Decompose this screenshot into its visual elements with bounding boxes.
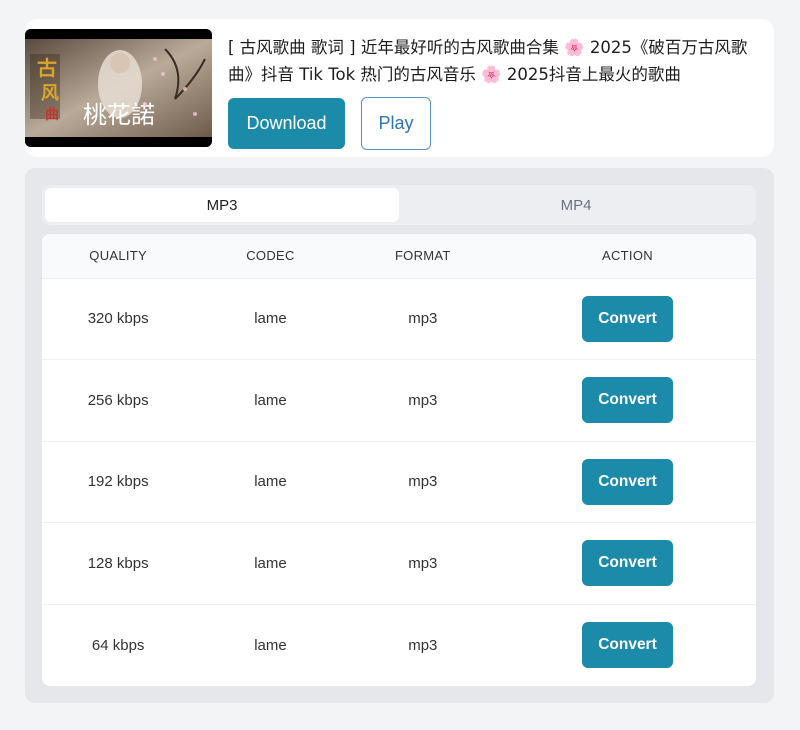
play-button[interactable]: Play <box>361 97 431 150</box>
format-cell: mp3 <box>346 277 499 360</box>
convert-button[interactable]: Convert <box>581 377 673 424</box>
quality-table: QUALITY CODEC FORMAT ACTION 320 kbps lam… <box>42 234 756 686</box>
action-cell: Convert <box>498 522 756 604</box>
codec-cell: lame <box>194 522 347 604</box>
tab-mp3[interactable]: MP3 <box>45 188 399 222</box>
codec-cell: lame <box>194 277 347 360</box>
quality-cell: 192 kbps <box>42 440 195 523</box>
table-row: 64 kbps lame mp3 Convert <box>42 603 756 686</box>
format-cell: mp3 <box>346 440 499 523</box>
table-row: 192 kbps lame mp3 Convert <box>42 440 756 523</box>
convert-button[interactable]: Convert <box>581 458 673 505</box>
convert-button[interactable]: Convert <box>581 295 673 342</box>
table-row: 128 kbps lame mp3 Convert <box>42 522 756 604</box>
codec-cell: lame <box>194 359 347 441</box>
codec-cell: lame <box>194 603 347 686</box>
action-cell: Convert <box>498 440 756 523</box>
format-tabs: MP3 MP4 <box>42 185 756 225</box>
quality-cell: 320 kbps <box>42 277 195 360</box>
video-card: 古 风 曲 桃花諾 [ 古风歌曲 歌词 ] 近年最好听的古风歌曲合集 🌸 202… <box>25 19 774 157</box>
quality-cell: 256 kbps <box>42 359 195 441</box>
quality-cell: 64 kbps <box>42 603 195 686</box>
svg-text:曲: 曲 <box>45 106 59 123</box>
format-cell: mp3 <box>346 522 499 604</box>
header-quality: QUALITY <box>42 234 195 278</box>
svg-text:古: 古 <box>37 56 57 80</box>
video-title: [ 古风歌曲 歌词 ] 近年最好听的古风歌曲合集 🌸 2025《破百万古风歌曲》… <box>228 38 748 84</box>
table-row: 256 kbps lame mp3 Convert <box>42 359 756 441</box>
header-codec: CODEC <box>194 234 347 278</box>
conversion-panel: MP3 MP4 QUALITY CODEC FORMAT ACTION 320 … <box>25 168 774 703</box>
format-cell: mp3 <box>346 359 499 441</box>
action-cell: Convert <box>498 359 756 441</box>
video-thumbnail[interactable]: 古 风 曲 桃花諾 <box>25 29 212 147</box>
convert-button[interactable]: Convert <box>581 622 673 668</box>
table-row: 320 kbps lame mp3 Convert <box>42 277 756 360</box>
action-cell: Convert <box>498 603 756 686</box>
action-cell: Convert <box>498 277 756 360</box>
format-cell: mp3 <box>346 603 499 686</box>
svg-text:风: 风 <box>41 83 59 104</box>
tab-mp4[interactable]: MP4 <box>399 188 753 222</box>
quality-cell: 128 kbps <box>42 522 195 604</box>
header-format: FORMAT <box>346 234 499 278</box>
table-header-row: QUALITY CODEC FORMAT ACTION <box>42 234 756 278</box>
header-action: ACTION <box>498 234 756 278</box>
codec-cell: lame <box>194 440 347 523</box>
convert-button[interactable]: Convert <box>581 540 673 587</box>
download-button[interactable]: Download <box>228 98 345 149</box>
thumbnail-image: 古 风 曲 桃花諾 <box>25 29 212 147</box>
